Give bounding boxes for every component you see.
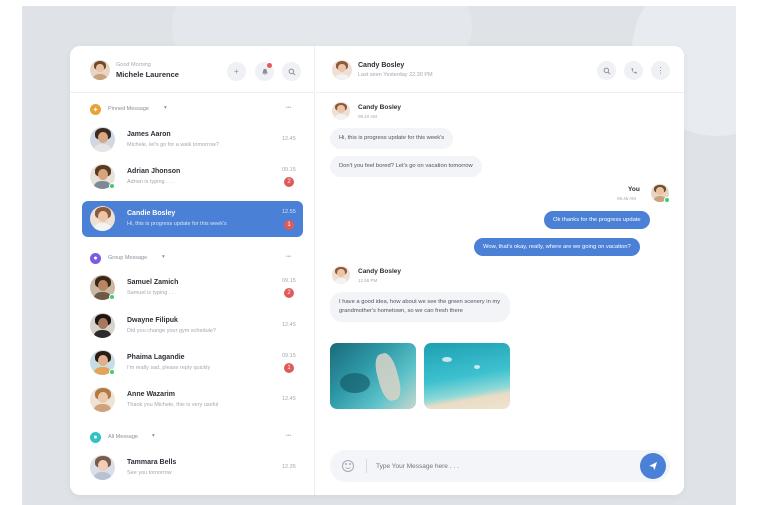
- message-time: 09.15: [282, 167, 296, 173]
- contact-avatar: [90, 127, 115, 152]
- conversation-item[interactable]: Dwayne Filipuk Did you change your gym s…: [82, 308, 302, 344]
- contact-avatar: [90, 387, 115, 412]
- contact-avatar[interactable]: [332, 60, 352, 80]
- emoji-icon[interactable]: [342, 460, 354, 472]
- online-indicator: [109, 294, 115, 300]
- user-avatar[interactable]: [90, 60, 110, 80]
- conversation-item[interactable]: Anne Wazarim Thank you Michele, this is …: [82, 382, 302, 418]
- incoming-message: Hi, this is progress update for this wee…: [330, 128, 454, 149]
- you-label: You: [628, 186, 640, 193]
- message-preview: Hi, this is progress update for this wee…: [127, 221, 227, 227]
- outgoing-message: Ok thanks for the progress update: [544, 211, 650, 229]
- pin-icon: ✦: [90, 104, 101, 115]
- chat-panel: Candy Bosley Last seen Yesterday 22.30 P…: [316, 46, 684, 495]
- message-input[interactable]: [376, 458, 606, 474]
- contact-name: James Aaron: [127, 131, 171, 138]
- incoming-message: I have a good idea, how about we see the…: [330, 292, 510, 322]
- search-icon[interactable]: [282, 62, 301, 81]
- more-icon[interactable]: •••: [286, 433, 291, 439]
- search-icon[interactable]: [597, 61, 616, 80]
- conversation-sidebar: Good Morning Michele Laurence + ✦ Pinned…: [70, 46, 315, 495]
- contact-name: Phaima Lagandie: [127, 354, 185, 361]
- outgoing-message: Wow, that's okay, really, where are we g…: [474, 238, 640, 256]
- chat-contact-name: Candy Bosley: [358, 62, 405, 69]
- divider: [70, 92, 315, 93]
- message-time: 12.45: [282, 136, 296, 142]
- more-icon[interactable]: •••: [286, 105, 291, 111]
- unread-badge: 1: [284, 220, 294, 230]
- section-label-pinned: Pinned Message: [108, 106, 149, 112]
- composer-divider: [366, 459, 367, 473]
- sender-avatar: [332, 102, 350, 120]
- message-time: 12.45: [282, 322, 296, 328]
- conversation-item[interactable]: James Aaron Michele, let's go for a walk…: [82, 122, 302, 158]
- send-button[interactable]: [640, 453, 666, 479]
- greeting-text: Good Morning: [116, 62, 151, 68]
- message-time: 09.15: [282, 353, 296, 359]
- contact-name: Tammara Bells: [127, 459, 177, 466]
- section-label-all: All Message: [108, 434, 138, 440]
- group-icon: ●: [90, 253, 101, 264]
- message-timestamp: 09.45 AM: [617, 196, 637, 201]
- phone-icon[interactable]: [624, 61, 643, 80]
- chat-bubble-icon: ●: [90, 432, 101, 443]
- message-timestamp: 12.55 PM: [358, 278, 378, 283]
- shared-image-beach[interactable]: [424, 343, 510, 409]
- message-preview: Michele, let's go for a walk tomorrow?: [127, 142, 219, 148]
- more-vertical-icon[interactable]: ⋮: [651, 61, 670, 80]
- divider: [316, 92, 684, 93]
- online-indicator: [109, 369, 115, 375]
- bell-icon[interactable]: [255, 62, 274, 81]
- chevron-down-icon[interactable]: ▾: [164, 105, 167, 111]
- conversation-item[interactable]: Phaima Lagandie I'm really sad, please r…: [82, 345, 302, 381]
- plus-icon[interactable]: +: [227, 62, 246, 81]
- unread-badge: 2: [284, 288, 294, 298]
- sender-avatar: [332, 266, 350, 284]
- sender-name: Candy Bosley: [358, 268, 401, 275]
- message-preview: I'm really sad, please reply quickly: [127, 365, 211, 371]
- message-composer: [330, 450, 670, 482]
- section-label-group: Group Message: [108, 255, 148, 261]
- message-time: 12.35: [282, 464, 296, 470]
- contact-avatar: [90, 206, 115, 231]
- user-name: Michele Laurence: [116, 70, 179, 79]
- message-preview: See you tomorrow: [127, 470, 172, 476]
- message-timestamp: 09.10 AM: [358, 114, 378, 119]
- chevron-down-icon[interactable]: ▾: [152, 433, 155, 439]
- conversation-item[interactable]: Tammara Bells See you tomorrow 12.35: [82, 450, 302, 486]
- contact-avatar: [90, 455, 115, 480]
- contact-name: Adrian Jhonson: [127, 168, 181, 175]
- contact-name: Candie Bosley: [127, 210, 176, 217]
- online-indicator: [664, 197, 670, 203]
- contact-name: Dwayne Filipuk: [127, 317, 178, 324]
- last-seen-text: Last seen Yesterday 22.30 PM: [358, 72, 433, 78]
- conversation-item[interactable]: Adrian Jhonson Adrian is typing . . . 09…: [82, 159, 302, 195]
- sender-name: Candy Bosley: [358, 104, 401, 111]
- shared-image-lagoon[interactable]: [330, 343, 416, 409]
- chat-app-window: Good Morning Michele Laurence + ✦ Pinned…: [70, 46, 684, 495]
- contact-name: Anne Wazarim: [127, 391, 175, 398]
- message-preview: Did you change your gym schedule?: [127, 328, 216, 334]
- chevron-down-icon[interactable]: ▾: [162, 254, 165, 260]
- contact-avatar: [90, 313, 115, 338]
- send-icon: [649, 462, 657, 470]
- incoming-message: Don't you feel bored? Let's go on vacati…: [330, 156, 482, 177]
- unread-badge: 1: [284, 363, 294, 373]
- message-preview: Samuel is typing . . .: [127, 290, 177, 296]
- more-icon[interactable]: •••: [286, 254, 291, 260]
- conversation-item[interactable]: Samuel Zamich Samuel is typing . . . 09.…: [82, 270, 302, 306]
- unread-badge: 2: [284, 177, 294, 187]
- message-time: 09.15: [282, 278, 296, 284]
- online-indicator: [109, 183, 115, 189]
- message-preview: Thank you Michele, this is very useful: [127, 402, 219, 408]
- conversation-item-active[interactable]: Candie Bosley Hi, this is progress updat…: [82, 201, 303, 237]
- contact-name: Samuel Zamich: [127, 279, 179, 286]
- message-preview: Adrian is typing . . .: [127, 179, 174, 185]
- message-time: 12.55: [282, 209, 296, 215]
- message-time: 12.45: [282, 396, 296, 402]
